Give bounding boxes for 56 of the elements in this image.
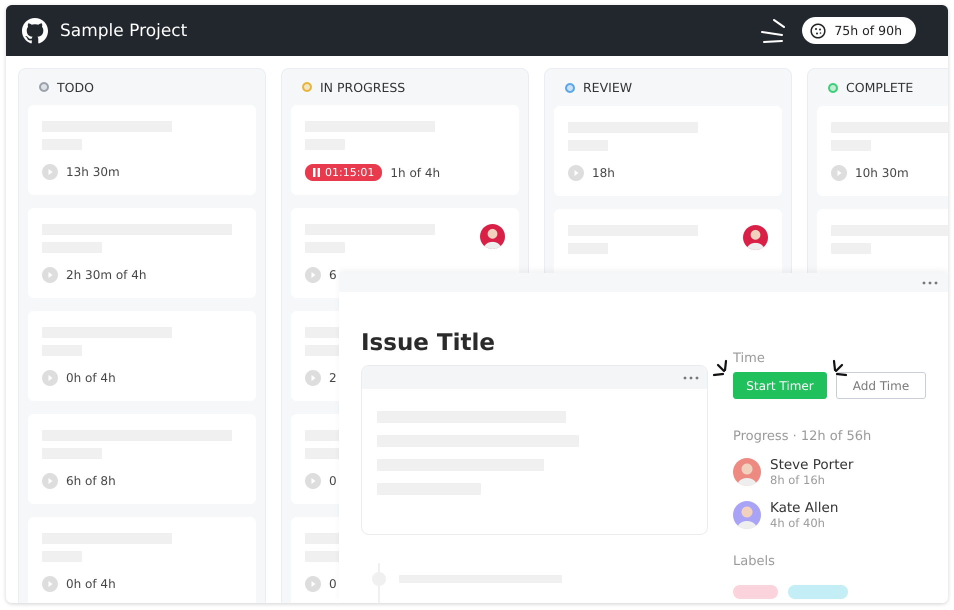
pause-icon [313, 168, 320, 177]
time-estimate: 2 [329, 371, 337, 385]
time-estimate: 0h of 4h [66, 371, 116, 385]
project-title: Sample Project [60, 20, 188, 40]
play-icon[interactable] [568, 165, 584, 181]
progress-heading: Progress · 12h of 56h [733, 429, 872, 444]
budget-text: 75h of 90h [834, 23, 902, 38]
person-name: Kate Allen [770, 500, 838, 516]
issue-title: Issue Title [361, 332, 495, 355]
play-icon[interactable] [305, 370, 321, 386]
add-time-button[interactable]: Add Time [836, 372, 926, 399]
issue-card[interactable]: 10h 30m [817, 106, 948, 196]
cookie-icon [810, 22, 826, 38]
issue-card[interactable]: 18h [554, 106, 782, 196]
time-estimate: 0 [329, 577, 337, 591]
time-estimate: 6h of 8h [66, 474, 116, 488]
play-icon[interactable] [305, 576, 321, 592]
time-heading: Time [733, 351, 766, 366]
play-icon[interactable] [305, 267, 321, 283]
running-timer[interactable]: 01:15:01 [305, 164, 382, 181]
play-icon[interactable] [42, 473, 58, 489]
time-estimate: 0h of 4h [66, 577, 116, 591]
play-icon[interactable] [831, 165, 847, 181]
play-icon[interactable] [42, 576, 58, 592]
github-logo-icon [22, 18, 48, 44]
person-name: Steve Porter [770, 457, 854, 473]
time-estimate: 13h 30m [66, 165, 120, 179]
issue-card[interactable]: 01:15:01 1h of 4h [291, 105, 519, 195]
time-estimate: 1h of 4h [390, 166, 440, 180]
label-tag[interactable] [788, 585, 848, 599]
time-estimate: 18h [592, 166, 615, 180]
issue-card[interactable]: 0h of 4h [28, 517, 256, 603]
play-icon[interactable] [42, 370, 58, 386]
play-icon[interactable] [42, 164, 58, 180]
person-time: 8h of 16h [770, 473, 826, 487]
issue-card[interactable]: 2h 30m of 4h [28, 208, 256, 298]
play-icon[interactable] [305, 473, 321, 489]
column-title: IN PROGRESS [320, 80, 406, 94]
issue-card[interactable]: 6h of 8h [28, 414, 256, 504]
issue-card[interactable]: 13h 30m [28, 105, 256, 195]
issue-card[interactable]: 0h of 4h [28, 311, 256, 401]
column-title: TODO [57, 80, 94, 94]
timer-text: 01:15:01 [325, 166, 374, 179]
time-estimate: 0 [329, 474, 337, 488]
labels-heading: Labels [733, 554, 776, 569]
time-estimate: 10h 30m [855, 166, 909, 180]
more-icon[interactable] [922, 280, 938, 284]
time-estimate: 6 [329, 268, 337, 282]
time-estimate: 2h 30m of 4h [66, 268, 146, 282]
column-title: REVIEW [583, 80, 632, 95]
column-title: COMPLETE [846, 80, 914, 95]
label-tag[interactable] [733, 585, 778, 599]
more-icon[interactable] [683, 376, 699, 380]
play-icon[interactable] [42, 267, 58, 283]
person-time: 4h of 40h [770, 516, 826, 530]
timeline-node-icon [371, 563, 387, 603]
